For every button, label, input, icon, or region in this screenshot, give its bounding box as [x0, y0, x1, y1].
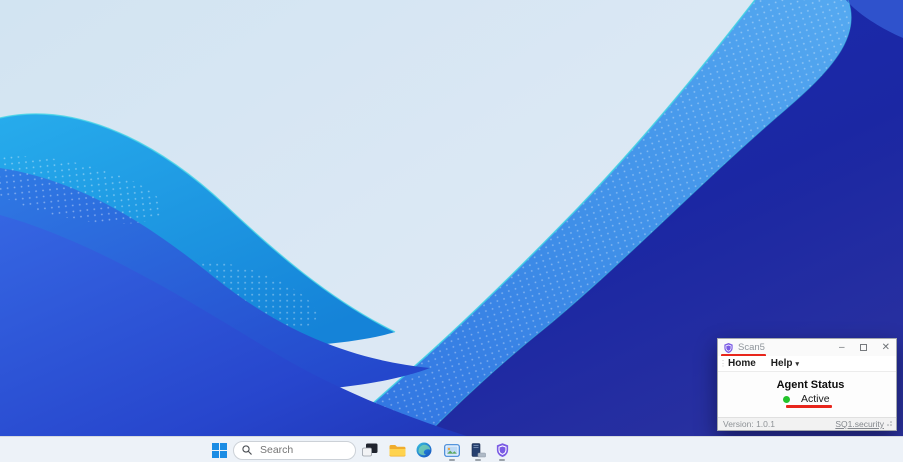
minimize-button[interactable]: –: [839, 339, 845, 356]
menu-grip-icon: ⋮: [719, 357, 727, 371]
edge-browser-icon: [416, 442, 432, 458]
window-menubar: ⋮ Home Help ▾: [718, 356, 896, 372]
maximize-button[interactable]: [860, 344, 867, 351]
chevron-down-icon: ▾: [795, 360, 799, 368]
window-title: Scan5: [738, 342, 765, 353]
search-icon: [242, 445, 252, 455]
desktop: Scan5 – ✕ ⋮ Home Help ▾ Agent Status Act…: [0, 0, 903, 462]
pc-tower-icon: [470, 443, 486, 458]
taskbar-app-scan5[interactable]: [490, 438, 514, 462]
file-explorer-icon: [389, 443, 406, 457]
menu-help[interactable]: Help ▾: [771, 358, 799, 369]
agent-status-row: Active: [783, 393, 830, 405]
resize-grip-icon[interactable]: [886, 421, 892, 427]
sq1-security-link[interactable]: SQ1.security: [835, 419, 892, 429]
taskbar-app-edge[interactable]: [412, 438, 436, 462]
scan5-shield-icon: [495, 442, 510, 458]
agent-status-heading: Agent Status: [718, 379, 896, 391]
running-indicator: [475, 459, 481, 462]
taskbar: ENG IN 4:15 AM 10/23/2025: [0, 436, 903, 462]
status-value: Active: [801, 393, 830, 405]
taskbar-app-task-view[interactable]: [358, 438, 382, 462]
taskbar-search[interactable]: [233, 440, 356, 459]
task-view-icon: [362, 443, 378, 457]
taskbar-app-pc[interactable]: [466, 438, 490, 462]
annotation-underline-active: [786, 405, 832, 408]
taskbar-app-file-explorer[interactable]: [385, 438, 409, 462]
scan5-app-icon: [723, 342, 734, 354]
windows-logo-icon: [212, 443, 227, 458]
close-button[interactable]: ✕: [882, 339, 890, 356]
window-statusbar: Version: 1.0.1 SQ1.security: [718, 417, 896, 430]
running-indicator: [449, 459, 455, 462]
status-green-dot-icon: [783, 396, 790, 403]
media-viewer-icon: [444, 444, 460, 457]
taskbar-app-media-viewer[interactable]: [440, 438, 464, 462]
start-button[interactable]: [207, 438, 231, 462]
menu-home[interactable]: Home: [728, 358, 756, 369]
scan5-window: Scan5 – ✕ ⋮ Home Help ▾ Agent Status Act…: [717, 338, 897, 431]
version-label: Version: 1.0.1: [723, 419, 775, 429]
running-indicator: [499, 459, 505, 462]
